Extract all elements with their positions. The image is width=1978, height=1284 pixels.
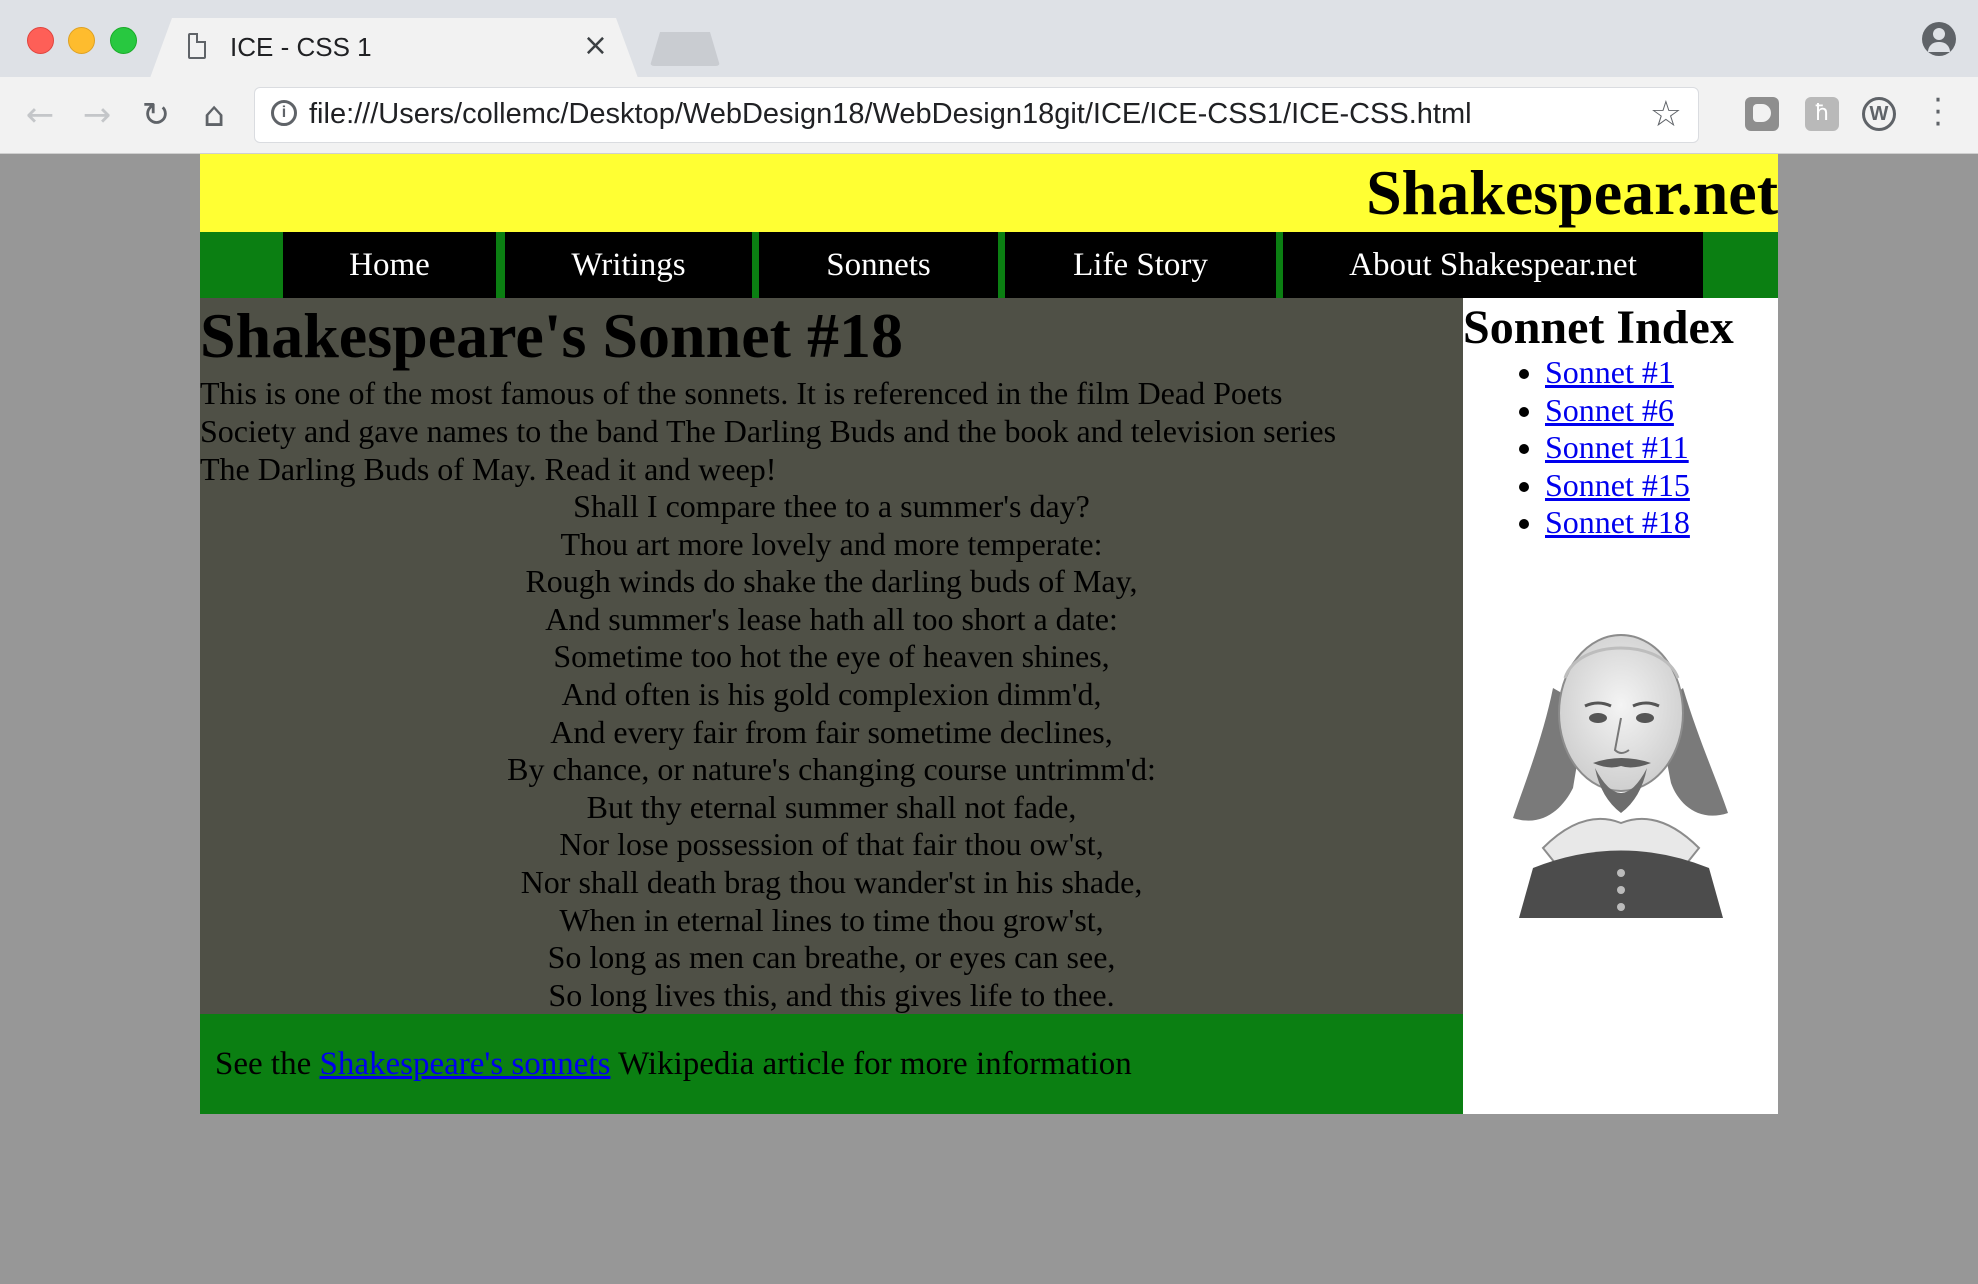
poem-line: When in eternal lines to time thou grow'… [559,901,1104,938]
page-viewport: Shakespear.net Home Writings Sonnets Lif… [0,154,1978,1284]
footer-suffix: Wikipedia article for more information [618,1046,1132,1082]
main-content: Shakespeare's Sonnet #18 This is one of … [200,298,1463,1014]
poem-line: Rough winds do shake the darling buds of… [525,563,1138,600]
sonnet-text: Shall I compare thee to a summer's day? … [200,488,1463,1014]
sonnet-11-link[interactable]: Sonnet #11 [1545,429,1689,465]
close-window-button[interactable] [27,27,54,54]
address-bar[interactable]: i file:///Users/collemc/Desktop/WebDesig… [254,87,1699,143]
url-text[interactable]: file:///Users/collemc/Desktop/WebDesign1… [309,98,1472,131]
list-item: Sonnet #6 [1545,392,1690,430]
back-arrow-icon[interactable]: ← [18,93,62,137]
zoom-window-button[interactable] [110,27,137,54]
forward-arrow-icon[interactable]: → [75,93,119,137]
extension-icon[interactable] [1745,97,1779,131]
home-icon[interactable]: ⌂ [192,93,236,137]
star-icon[interactable]: ☆ [1650,94,1682,135]
poem-line: Thou art more lovely and more temperate: [560,525,1103,562]
nav-item-writings[interactable]: Writings [505,232,752,298]
sonnet-6-link[interactable]: Sonnet #6 [1545,392,1674,428]
wikipedia-link[interactable]: Shakespeare's sonnets [319,1046,610,1082]
poem-line: Nor lose possession of that fair thou ow… [559,826,1104,863]
tab-close-icon[interactable]: × [583,28,608,63]
nav-item-about[interactable]: About Shakespear.net [1283,232,1703,298]
site-nav: Home Writings Sonnets Life Story About S… [200,232,1778,298]
new-tab-button[interactable] [650,32,720,66]
site-header: Shakespear.net [200,154,1778,232]
page-footer: See the Shakespeare's sonnets Wikipedia … [200,1014,1463,1114]
menu-dots-icon[interactable]: · · · [1928,86,1948,140]
poem-line: But thy eternal summer shall not fade, [586,788,1077,825]
page: Shakespear.net Home Writings Sonnets Lif… [200,154,1778,1114]
poem-line: Sometime too hot the eye of heaven shine… [553,638,1110,675]
info-icon[interactable]: i [271,100,297,126]
list-item: Sonnet #18 [1545,504,1690,542]
profile-icon[interactable] [1922,22,1956,56]
shakespeare-portrait [1513,634,1728,918]
site-title: Shakespear.net [1366,157,1778,228]
extension-icon[interactable]: W [1862,97,1896,131]
browser-tab[interactable]: ICE - CSS 1 × [150,18,638,78]
browser-toolbar: ← → ↻ ⌂ i file:///Users/collemc/Desktop/… [0,77,1978,154]
sonnet-index-sidebar: Sonnet Index Sonnet #1 Sonnet #6 Sonnet … [1463,298,1778,1114]
footer-prefix: See the [215,1046,312,1082]
sonnet-15-link[interactable]: Sonnet #15 [1545,467,1690,503]
nav-item-life-story[interactable]: Life Story [1005,232,1276,298]
page-title: Shakespeare's Sonnet #18 [200,300,903,371]
list-item: Sonnet #11 [1545,429,1690,467]
poem-line: So long as men can breathe, or eyes can … [547,939,1116,976]
nav-item-home[interactable]: Home [283,232,496,298]
tab-title: ICE - CSS 1 [230,32,372,62]
footer-text: See the Shakespeare's sonnets Wikipedia … [215,1014,1132,1114]
poem-line: By chance, or nature's changing course u… [507,751,1156,788]
intro-paragraph: This is one of the most famous of the so… [200,375,1337,487]
reload-icon[interactable]: ↻ [134,93,178,137]
sidebar-heading: Sonnet Index [1463,301,1734,354]
poem-line: And often is his gold complexion dimm'd, [561,675,1102,712]
list-item: Sonnet #15 [1545,467,1690,505]
nav-item-sonnets[interactable]: Sonnets [759,232,998,298]
extension-icon[interactable]: ħ [1805,97,1839,131]
poem-line: And summer's lease hath all too short a … [545,600,1118,637]
minimize-window-button[interactable] [68,27,95,54]
document-icon [188,33,206,59]
sonnet-link-list: Sonnet #1 Sonnet #6 Sonnet #11 Sonnet #1… [1463,354,1690,542]
browser-tab-bar: ICE - CSS 1 × [0,0,1978,77]
poem-line: So long lives this, and this gives life … [548,976,1115,1013]
sonnet-1-link[interactable]: Sonnet #1 [1545,354,1674,390]
sonnet-18-link[interactable]: Sonnet #18 [1545,504,1690,540]
poem-line: Nor shall death brag thou wander'st in h… [520,863,1143,900]
poem-line: Shall I compare thee to a summer's day? [573,488,1090,524]
list-item: Sonnet #1 [1545,354,1690,392]
poem-line: And every fair from fair sometime declin… [550,713,1113,750]
